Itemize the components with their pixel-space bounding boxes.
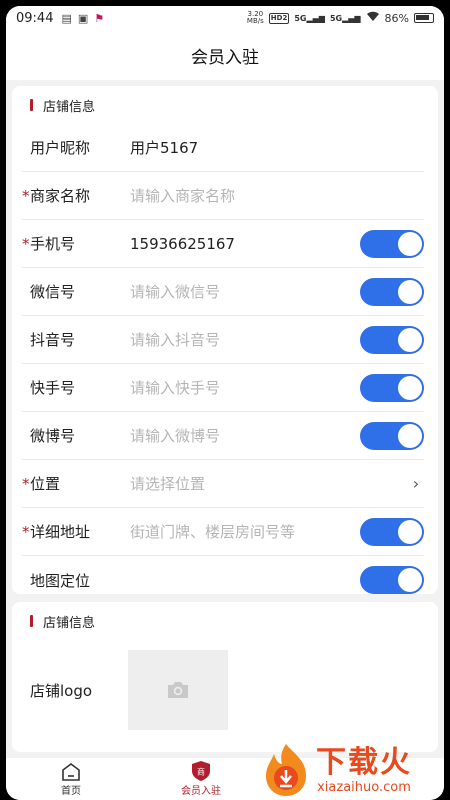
required-mark: * xyxy=(22,186,30,205)
store-logo-card: 店铺信息 店铺logo xyxy=(12,602,438,752)
visibility-toggle[interactable] xyxy=(360,325,424,354)
nav-bar: 会员入驻 xyxy=(6,30,444,80)
field-label: 微博号 xyxy=(30,427,76,445)
field-input[interactable]: 请输入快手号 xyxy=(130,377,360,398)
message-icon: ▣ xyxy=(77,11,89,25)
visibility-toggle[interactable] xyxy=(360,229,424,258)
wifi-icon xyxy=(366,11,380,25)
section-title-2: 店铺信息 xyxy=(12,602,438,640)
required-mark: * xyxy=(22,474,30,493)
field-label: 抖音号 xyxy=(30,331,76,349)
visibility-toggle[interactable] xyxy=(360,566,424,594)
field-label: 手机号 xyxy=(30,235,76,253)
form-row: 地图定位 xyxy=(22,556,424,604)
form-row: 微博号 请输入微博号 xyxy=(22,412,424,460)
battery-icon xyxy=(414,13,434,23)
field-label: 商家名称 xyxy=(30,187,91,205)
section-marker xyxy=(30,615,33,627)
field-input[interactable]: 请输入微信号 xyxy=(130,281,360,302)
field-label: 详细地址 xyxy=(30,523,91,541)
logo-label: 店铺logo xyxy=(30,681,93,700)
calendar-icon: ▤ xyxy=(61,11,72,25)
required-mark: * xyxy=(22,234,30,253)
form-row: * 手机号 15936625167 xyxy=(22,220,424,268)
status-bar: 09:44 ▤ ▣ ⚑ 3.20 MB/s HD2 5G▂▄▆ 5G▂▄▆ 86… xyxy=(6,6,444,30)
page-title: 会员入驻 xyxy=(191,47,259,68)
field-input[interactable]: 请输入抖音号 xyxy=(130,329,360,350)
form-row: * 商家名称 请输入商家名称 xyxy=(22,172,424,220)
watermark-brand: 下载火 xyxy=(316,744,412,780)
tab-home-label: 首页 xyxy=(61,786,81,797)
flame-logo-icon xyxy=(266,744,306,796)
field-label: 位置 xyxy=(30,475,61,493)
logo-row: 店铺logo xyxy=(30,640,424,740)
visibility-toggle[interactable] xyxy=(360,517,424,546)
visibility-toggle[interactable] xyxy=(360,277,424,306)
form-row: * 详细地址 街道门牌、楼层房间号等 xyxy=(22,508,424,556)
chevron-right-icon[interactable]: › xyxy=(408,474,424,493)
section-marker xyxy=(30,99,33,111)
form-row: * 位置 请选择位置 › xyxy=(22,460,424,508)
form-row: 快手号 请输入快手号 xyxy=(22,364,424,412)
field-label: 微信号 xyxy=(30,283,76,301)
signal-icon: 5G▂▄▆ xyxy=(294,13,325,23)
signal-icon-2: 5G▂▄▆ xyxy=(329,13,361,23)
tab-member-join[interactable]: 商 会员入驻 xyxy=(136,758,266,800)
tab-home[interactable]: 首页 xyxy=(6,758,136,800)
tab-member-join-label: 会员入驻 xyxy=(181,786,221,797)
watermark-text: 下载火 xiazaihuo.com xyxy=(316,744,412,795)
form-row: 抖音号 请输入抖音号 xyxy=(22,316,424,364)
watermark: 下载火 xiazaihuo.com xyxy=(260,740,444,800)
logo-upload[interactable] xyxy=(128,650,228,730)
field-label: 快手号 xyxy=(30,379,76,397)
field-input[interactable]: 请输入微博号 xyxy=(130,425,360,446)
field-input[interactable]: 街道门牌、楼层房间号等 xyxy=(130,521,360,542)
flag-icon: ⚑ xyxy=(94,11,105,25)
section-title: 店铺信息 xyxy=(12,86,438,124)
shield-merchant-icon: 商 xyxy=(192,761,210,781)
visibility-toggle[interactable] xyxy=(360,373,424,402)
battery-percent: 86% xyxy=(384,11,409,25)
field-input[interactable]: 15936625167 xyxy=(130,235,360,253)
hd-badge: HD2 xyxy=(268,12,290,24)
visibility-toggle[interactable] xyxy=(360,421,424,450)
form-row: 用户昵称 用户5167 xyxy=(22,124,424,172)
watermark-url: xiazaihuo.com xyxy=(317,779,411,795)
field-label: 用户昵称 xyxy=(30,139,91,157)
field-label: 地图定位 xyxy=(30,571,91,590)
form-row: 微信号 请输入微信号 xyxy=(22,268,424,316)
camera-icon xyxy=(168,682,188,698)
status-right: 3.20 MB/s HD2 5G▂▄▆ 5G▂▄▆ 86% xyxy=(247,11,434,25)
phone-screen: 09:44 ▤ ▣ ⚑ 3.20 MB/s HD2 5G▂▄▆ 5G▂▄▆ 86… xyxy=(6,6,444,800)
field-input[interactable]: 用户5167 xyxy=(130,137,424,158)
status-time: 09:44 xyxy=(16,10,54,26)
required-mark: * xyxy=(22,522,30,541)
field-input[interactable]: 请输入商家名称 xyxy=(130,185,424,206)
location-picker[interactable]: 请选择位置 xyxy=(130,473,408,494)
store-info-card: 店铺信息 用户昵称 用户5167 * 商家名称 请输入商家名称 * 手机号 159366251… xyxy=(12,86,438,594)
home-icon xyxy=(62,763,80,781)
net-speed: 3.20 MB/s xyxy=(246,10,264,25)
svg-text:商: 商 xyxy=(197,767,205,777)
